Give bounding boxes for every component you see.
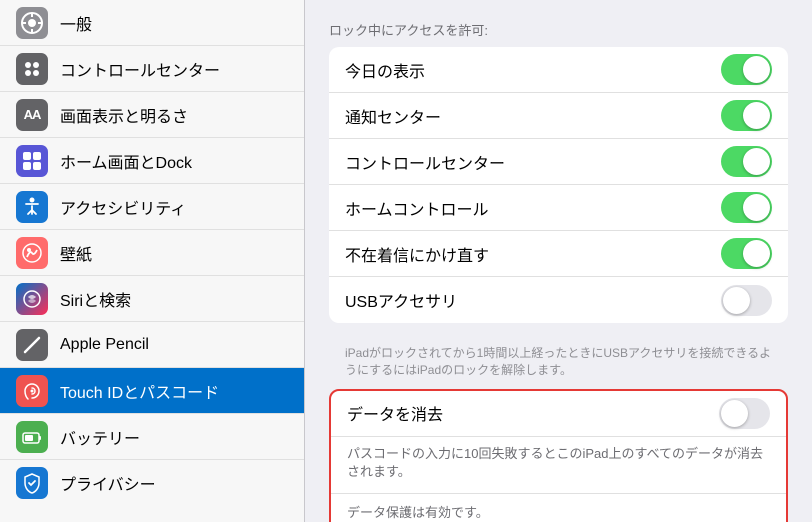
sidebar-item-wallpaper[interactable]: 壁紙 <box>0 230 304 276</box>
erase-section: データを消去 パスコードの入力に10回失敗するとこのiPad上のすべてのデータが… <box>329 389 788 522</box>
sidebar-item-siri[interactable]: Siriと検索 <box>0 276 304 322</box>
sidebar-item-display[interactable]: AA 画面表示と明るさ <box>0 92 304 138</box>
sidebar-item-general[interactable]: 一般 <box>0 0 304 46</box>
usb-accessory-label: USBアクセサリ <box>345 288 457 312</box>
usb-accessory-toggle[interactable] <box>721 285 772 316</box>
home-control-label: ホームコントロール <box>345 196 489 220</box>
settings-row-home-control: ホームコントロール <box>329 185 788 231</box>
privacy-icon <box>16 467 48 499</box>
missed-calls-toggle[interactable] <box>721 238 772 269</box>
notification-center-toggle-thumb <box>743 102 770 129</box>
sidebar: 一般 コントロールセンター AA 画面表示と明るさ ホーム画面とDock アクセシビ… <box>0 0 305 522</box>
display-label: 画面表示と明るさ <box>60 103 188 127</box>
erase-toggle[interactable] <box>719 398 770 429</box>
general-icon <box>16 7 48 39</box>
siri-label: Siriと検索 <box>60 287 131 311</box>
battery-label: バッテリー <box>60 425 140 449</box>
sidebar-item-accessibility[interactable]: アクセシビリティ <box>0 184 304 230</box>
sidebar-item-apple-pencil[interactable]: Apple Pencil <box>0 322 304 368</box>
notification-center-label: 通知センター <box>345 104 441 128</box>
settings-row-usb-accessory: USBアクセサリ <box>329 277 788 323</box>
control-center-toggle-thumb <box>743 148 770 175</box>
control-center-toggle[interactable] <box>721 146 772 177</box>
sidebar-item-privacy[interactable]: プライバシー <box>0 460 304 506</box>
erase-footer: データ保護は有効です。 <box>331 494 786 522</box>
apple-pencil-label: Apple Pencil <box>60 336 149 354</box>
usb-accessory-toggle-thumb <box>723 287 750 314</box>
settings-row-missed-calls: 不在着信にかけ直す <box>329 231 788 277</box>
wallpaper-label: 壁紙 <box>60 241 92 265</box>
home-control-toggle[interactable] <box>721 192 772 223</box>
settings-row-control-center: コントロールセンター <box>329 139 788 185</box>
wallpaper-icon <box>16 237 48 269</box>
control-center-label: コントロールセンター <box>345 150 505 174</box>
missed-calls-toggle-thumb <box>743 240 770 267</box>
siri-icon <box>16 283 48 315</box>
section-header: ロック中にアクセスを許可: <box>329 20 788 39</box>
lock-access-group: 今日の表示通知センターコントロールセンターホームコントロール不在着信にかけ直す U… <box>329 47 788 323</box>
touch-id-label: Touch IDとパスコード <box>60 379 219 403</box>
erase-toggle-thumb <box>721 400 748 427</box>
accessibility-icon <box>16 191 48 223</box>
privacy-label: プライバシー <box>60 471 156 495</box>
touch-id-icon <box>16 375 48 407</box>
settings-row-notification-center: 通知センター <box>329 93 788 139</box>
usb-description: iPadがロックされてから1時間以上経ったときにUSBアクセサリを接続できるよう… <box>329 339 788 389</box>
erase-row: データを消去 <box>331 391 786 437</box>
missed-calls-label: 不在着信にかけ直す <box>345 242 489 266</box>
apple-pencil-icon <box>16 329 48 361</box>
control-center-label: コントロールセンター <box>60 57 220 81</box>
accessibility-label: アクセシビリティ <box>60 195 186 219</box>
sidebar-item-home-dock[interactable]: ホーム画面とDock <box>0 138 304 184</box>
home-dock-label: ホーム画面とDock <box>60 149 192 173</box>
notification-center-toggle[interactable] <box>721 100 772 131</box>
erase-label: データを消去 <box>347 401 443 425</box>
today-label: 今日の表示 <box>345 58 425 82</box>
settings-row-today: 今日の表示 <box>329 47 788 93</box>
general-label: 一般 <box>60 11 92 35</box>
main-content: ロック中にアクセスを許可: 今日の表示通知センターコントロールセンターホームコン… <box>305 0 812 522</box>
erase-description: パスコードの入力に10回失敗するとこのiPad上のすべてのデータが消去されます。 <box>331 437 786 494</box>
control-center-icon <box>16 53 48 85</box>
today-toggle-thumb <box>743 56 770 83</box>
today-toggle[interactable] <box>721 54 772 85</box>
home-dock-icon <box>16 145 48 177</box>
sidebar-item-battery[interactable]: バッテリー <box>0 414 304 460</box>
display-icon: AA <box>16 99 48 131</box>
home-control-toggle-thumb <box>743 194 770 221</box>
sidebar-item-touch-id[interactable]: Touch IDとパスコード <box>0 368 304 414</box>
battery-icon <box>16 421 48 453</box>
sidebar-item-control-center[interactable]: コントロールセンター <box>0 46 304 92</box>
